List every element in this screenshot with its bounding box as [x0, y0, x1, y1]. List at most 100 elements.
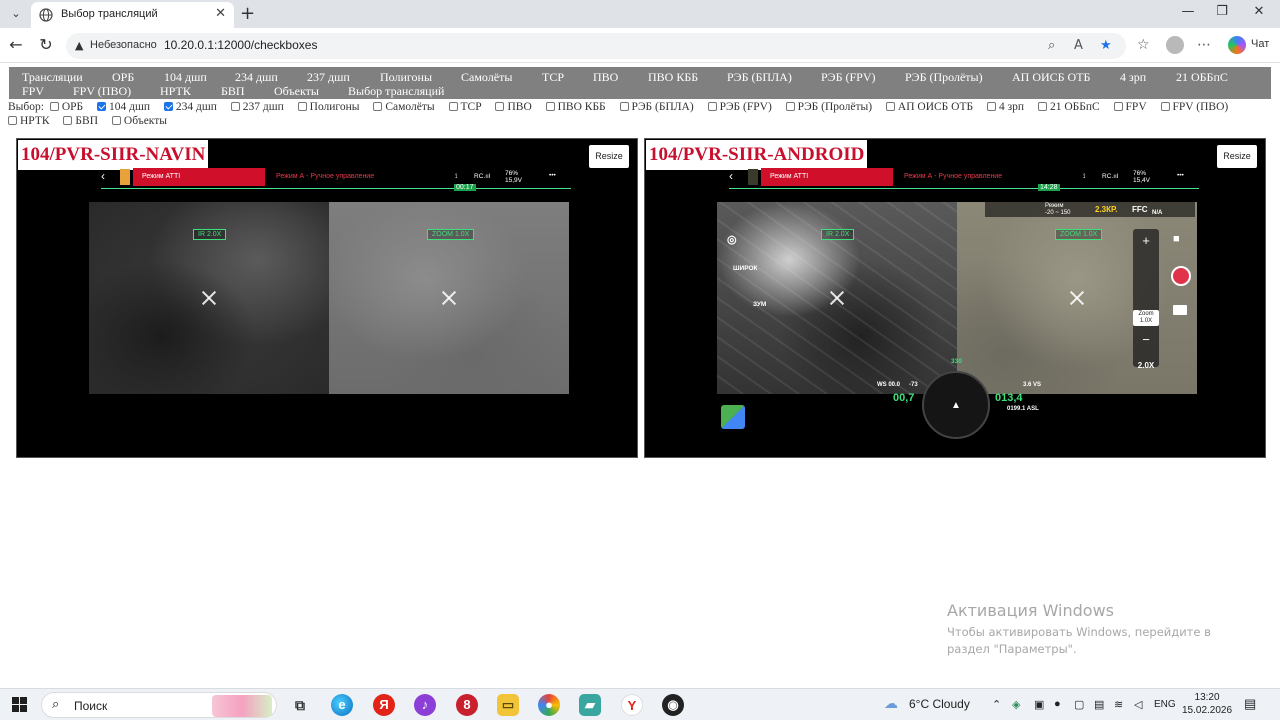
nav-item[interactable]: 21 ОББпС	[1176, 70, 1228, 85]
filter-option[interactable]: ПВО КББ	[545, 101, 606, 113]
filter-option[interactable]: РЭБ (БПЛА)	[619, 101, 694, 113]
notifications-icon[interactable]: ▤	[1244, 696, 1256, 712]
filter-option[interactable]: Объекты	[111, 115, 167, 127]
media-app-icon[interactable]: ♪	[414, 694, 436, 716]
zoom-factor[interactable]: 2.0X	[1133, 361, 1159, 370]
nav-item[interactable]: Объекты	[274, 84, 319, 99]
tab-close-icon[interactable]: ✕	[215, 6, 226, 21]
filter-option[interactable]: Самолёты	[373, 101, 435, 113]
wide-label[interactable]: ШИРОК	[733, 265, 757, 272]
filter-option[interactable]: НРТК	[8, 115, 50, 127]
url-text[interactable]: 10.20.0.1:12000/checkboxes	[164, 38, 317, 52]
nav-item[interactable]: FPV	[22, 84, 44, 99]
tray-chevron-icon[interactable]: ⌃	[992, 698, 1001, 711]
filter-option[interactable]: 234 дшп	[163, 101, 217, 113]
nav-item[interactable]: 104 дшп	[164, 70, 207, 85]
yandex-browser-icon[interactable]: Y	[621, 694, 643, 716]
checkbox[interactable]	[545, 102, 555, 111]
zoom-icon[interactable]: ⌕	[1048, 38, 1055, 53]
checkbox[interactable]	[885, 102, 895, 111]
filter-option[interactable]: 104 дшп	[97, 101, 150, 113]
record-icon[interactable]	[1171, 266, 1191, 286]
windows-start-icon[interactable]	[12, 697, 27, 712]
nav-item[interactable]: НРТК	[160, 84, 191, 99]
filter-option[interactable]: АП ОИСБ ОТБ	[885, 101, 973, 113]
address-bar[interactable]: ▲ Небезопасно 10.20.0.1:12000/checkboxes…	[66, 33, 1126, 59]
checkbox[interactable]	[8, 116, 17, 125]
read-aloud-icon[interactable]: A	[1074, 38, 1083, 53]
gps-icon[interactable]: ◎	[727, 233, 737, 246]
taskbar-search[interactable]: ⌕ Поиск	[41, 692, 277, 718]
nav-item[interactable]: РЭБ (БПЛА)	[727, 70, 792, 85]
checkbox[interactable]	[97, 102, 107, 111]
nav-item[interactable]: Трансляции	[22, 70, 83, 85]
checkbox[interactable]	[163, 102, 173, 111]
task-view-icon[interactable]: ⧉	[289, 694, 311, 716]
edge-icon[interactable]: e	[331, 694, 353, 716]
checkbox[interactable]	[1113, 102, 1123, 111]
maximize-icon[interactable]: ❐	[1212, 4, 1232, 19]
printer-icon[interactable]: ▤	[1094, 698, 1104, 711]
checkbox[interactable]	[707, 102, 717, 111]
checkbox[interactable]	[230, 102, 240, 111]
window-close-icon[interactable]: ✕	[1249, 4, 1269, 19]
zoom-mode-label[interactable]: ЗУМ	[753, 301, 766, 308]
checkbox[interactable]	[448, 102, 458, 111]
nav-item[interactable]: ОРБ	[112, 70, 134, 85]
copilot-icon[interactable]	[1228, 36, 1246, 54]
filter-option[interactable]: РЭБ (FPV)	[707, 101, 772, 113]
resize-button[interactable]: Resize	[589, 145, 629, 168]
favorite-star-icon[interactable]: ★	[1100, 38, 1112, 53]
app-8-icon[interactable]: 8	[456, 694, 478, 716]
checkbox[interactable]	[297, 102, 307, 111]
nav-item[interactable]: ТСР	[542, 70, 564, 85]
tab-actions-menu-icon[interactable]: ⌄	[6, 5, 26, 23]
playback-icon[interactable]	[1173, 305, 1187, 315]
checkbox[interactable]	[49, 102, 59, 111]
nav-item[interactable]: Выбор трансляций	[348, 84, 444, 99]
filter-option[interactable]: FPV (ПВО)	[1160, 101, 1228, 113]
nav-item[interactable]: БВП	[221, 84, 245, 99]
wifi-icon[interactable]: ≋	[1114, 698, 1123, 711]
nav-item[interactable]: ПВО КББ	[648, 70, 698, 85]
nav-item[interactable]: 237 дшп	[307, 70, 350, 85]
checkbox[interactable]	[495, 102, 505, 111]
checkbox[interactable]	[619, 102, 629, 111]
tray-app-icon[interactable]: ◈	[1012, 698, 1020, 711]
nav-item[interactable]: РЭБ (Пролёты)	[905, 70, 983, 85]
checkbox[interactable]	[111, 116, 121, 125]
cloud-icon[interactable]: ☁	[884, 695, 898, 712]
insecure-label[interactable]: Небезопасно	[90, 39, 157, 51]
reload-icon[interactable]: ↻	[36, 35, 56, 54]
zoom-in-icon[interactable]: +	[1133, 233, 1159, 248]
filter-option[interactable]: 237 дшп	[230, 101, 284, 113]
camera-icon[interactable]: ■	[1173, 233, 1180, 245]
checkbox[interactable]	[1037, 102, 1047, 111]
app-icon[interactable]: ▰	[579, 694, 601, 716]
zoom-panel[interactable]: Zoom 1.0X	[1133, 310, 1159, 326]
nav-item[interactable]: РЭБ (FPV)	[821, 70, 876, 85]
nav-item[interactable]: Самолёты	[461, 70, 512, 85]
filter-option[interactable]: ТСР	[448, 101, 482, 113]
filter-option[interactable]: Полигоны	[297, 101, 360, 113]
checkbox[interactable]	[373, 102, 383, 111]
chrome-icon[interactable]: ●	[538, 694, 560, 716]
volume-icon[interactable]: ◁	[1134, 698, 1142, 711]
warning-icon[interactable]: ▲	[75, 39, 83, 52]
microphone-icon[interactable]: ●	[1054, 698, 1061, 710]
checkbox[interactable]	[785, 102, 795, 111]
checkbox[interactable]	[986, 102, 996, 111]
back-icon[interactable]: ←	[6, 35, 26, 54]
zoom-out-icon[interactable]: −	[1133, 332, 1159, 347]
filter-option[interactable]: 4 зрп	[986, 101, 1024, 113]
chat-label[interactable]: Чат	[1251, 38, 1269, 50]
tray-device-icon[interactable]: ▣	[1034, 698, 1044, 711]
map-icon[interactable]	[721, 405, 745, 429]
language-indicator[interactable]: ENG	[1154, 699, 1176, 710]
filter-option[interactable]: ПВО	[495, 101, 532, 113]
tray-box-icon[interactable]: ▢	[1074, 698, 1084, 711]
filter-option[interactable]: 21 ОББпС	[1037, 101, 1100, 113]
more-menu-icon[interactable]: ⋯	[1197, 37, 1211, 53]
app-dark-icon[interactable]: ◉	[662, 694, 684, 716]
nav-item[interactable]: Полигоны	[380, 70, 432, 85]
